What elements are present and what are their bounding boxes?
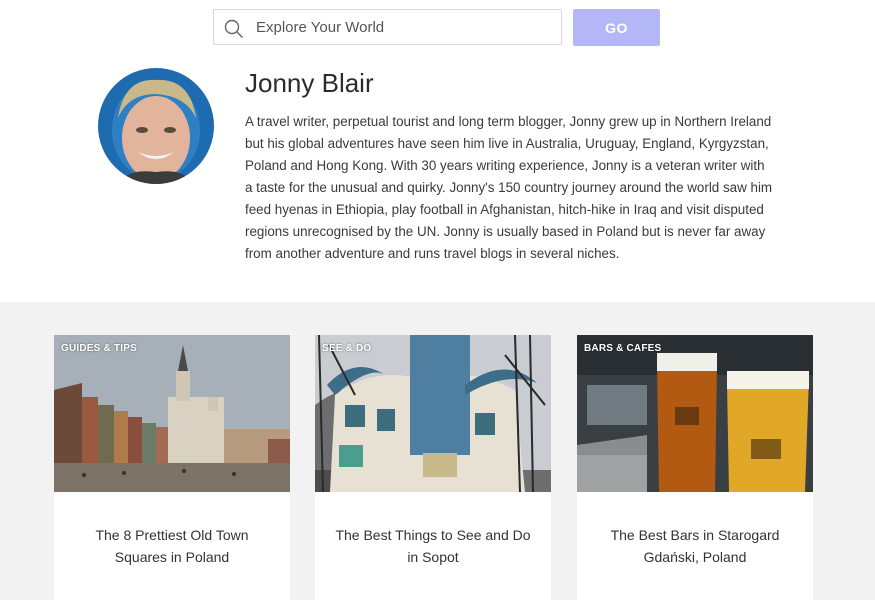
author-bio: A travel writer, perpetual tourist and l… — [245, 114, 773, 261]
post-category[interactable]: BARS & CAFES — [584, 343, 661, 354]
post-title[interactable]: The Best Things to See and Do in Sopot — [315, 492, 551, 568]
post-title[interactable]: The Best Bars in Starogard Gdański, Pola… — [577, 492, 813, 568]
post-card[interactable]: BARS & CAFES The Best Bars in Starogard … — [577, 335, 813, 605]
search-box — [213, 9, 562, 45]
author-header: GO Jonny Blair A travel writer, perpetua… — [0, 0, 875, 302]
post-card[interactable]: SEE & DO The Best Things to See and Do i… — [315, 335, 551, 605]
avatar — [98, 68, 214, 184]
post-image[interactable]: BARS & CAFES — [577, 335, 813, 492]
post-image[interactable]: GUIDES & TIPS — [54, 335, 290, 492]
post-title[interactable]: The 8 Prettiest Old Town Squares in Pola… — [54, 492, 290, 568]
post-category[interactable]: SEE & DO — [322, 343, 371, 354]
author-name: Jonny Blair — [245, 68, 374, 98]
search-input[interactable] — [256, 10, 546, 44]
post-image[interactable]: SEE & DO — [315, 335, 551, 492]
search-icon — [224, 19, 243, 38]
post-card[interactable]: GUIDES & TIPS The 8 Prettiest Old Town S… — [54, 335, 290, 605]
post-category[interactable]: GUIDES & TIPS — [61, 343, 137, 354]
go-button[interactable]: GO — [573, 9, 660, 46]
related-posts-section: GUIDES & TIPS The 8 Prettiest Old Town S… — [0, 302, 875, 605]
